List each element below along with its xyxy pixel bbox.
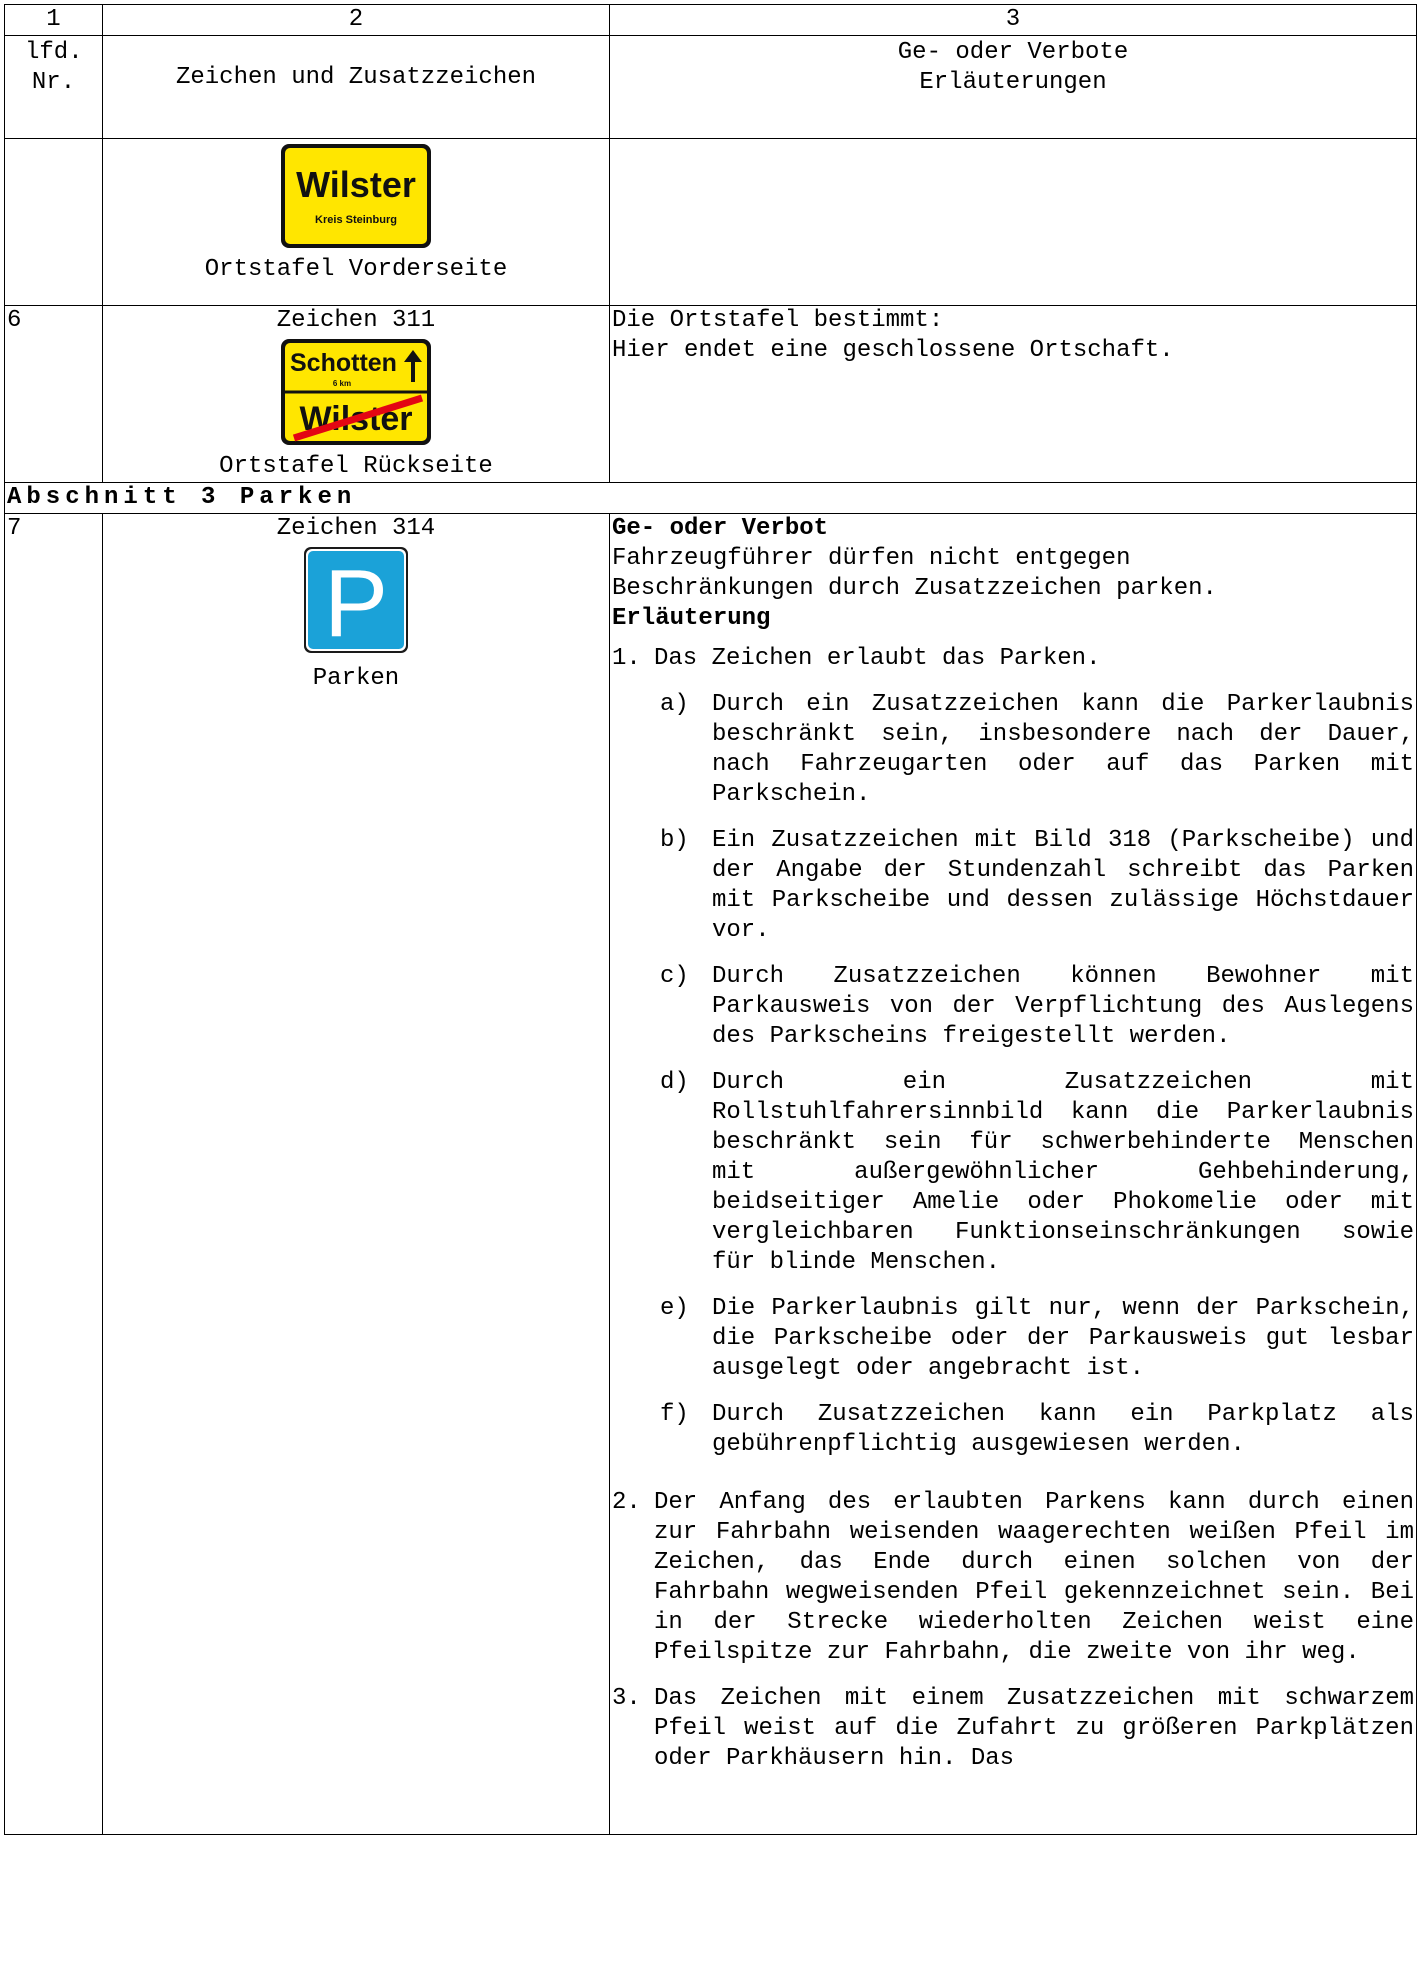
item-text: Das Zeichen mit einem Zusatzzeichen mit …	[654, 1685, 1414, 1772]
header-rules-line2: Erläuterungen	[919, 69, 1107, 96]
document-page: 1 2 3 lfd. Nr. Zeichen und Zusatzzeichen…	[0, 0, 1424, 1964]
sign-cell: Wilster Kreis Steinburg Ortstafel Vorder…	[102, 138, 610, 306]
column-number: 3	[609, 4, 1417, 36]
sub-item: f) Durch Zusatzzeichen kann ein Parkplat…	[660, 1400, 1414, 1460]
sub-item-label: d)	[660, 1069, 689, 1096]
sign-table: 1 2 3 lfd. Nr. Zeichen und Zusatzzeichen…	[4, 4, 1417, 1835]
rule-heading: Ge- oder Verbot	[612, 515, 829, 542]
item-number: 2.	[612, 1489, 641, 1516]
sign-caption: Ortstafel Vorderseite	[204, 256, 508, 283]
rule-cell: Ge- oder Verbot Fahrzeugführer dürfen ni…	[609, 513, 1417, 1835]
header-rules: Ge- oder Verbote Erläuterungen	[609, 35, 1417, 139]
header-signs-text: Zeichen und Zusatzzeichen	[175, 64, 537, 91]
sub-item-label: b)	[660, 827, 689, 854]
sub-item-text: Durch Zusatzzeichen kann ein Parkplatz a…	[712, 1401, 1414, 1458]
nr-cell: 7	[4, 513, 103, 1835]
town-sign-back-image: Schotten 6 km Wilster	[281, 339, 431, 445]
sub-item: e) Die Parkerlaubnis gilt nur, wenn der …	[660, 1294, 1414, 1384]
town-sign-front-name: Wilster	[296, 164, 416, 205]
rule-cell	[609, 138, 1417, 306]
sub-item-label: e)	[660, 1295, 689, 1322]
item-number: 3.	[612, 1685, 641, 1712]
rule-text: Die Ortstafel bestimmt:	[612, 307, 944, 334]
sub-item: b) Ein Zusatzzeichen mit Bild 318 (Parks…	[660, 826, 1414, 946]
sign-label: Zeichen 314	[276, 515, 436, 542]
rule-text: Fahrzeugführer dürfen nicht entgegen Bes…	[612, 545, 1217, 602]
list-item: 2. Der Anfang des erlaubten Parkens kann…	[612, 1488, 1414, 1668]
sign-cell: Zeichen 311 Schotten 6 km Wilster Ortsta…	[102, 305, 610, 483]
sub-item: c) Durch Zusatzzeichen können Bewohner m…	[660, 962, 1414, 1052]
sign-label: Zeichen 311	[276, 307, 436, 334]
sub-item-text: Durch ein Zusatzzeichen kann die Parkerl…	[712, 691, 1414, 808]
list-item: 3. Das Zeichen mit einem Zusatzzeichen m…	[612, 1684, 1414, 1774]
header-nr: lfd. Nr.	[4, 35, 103, 139]
sign-caption: Parken	[312, 665, 400, 692]
town-sign-back-distance: 6 km	[333, 379, 351, 388]
list-item: 1. Das Zeichen erlaubt das Parken.	[612, 644, 1414, 674]
column-number: 2	[102, 4, 610, 36]
sub-item-label: a)	[660, 691, 689, 718]
sub-item: a) Durch ein Zusatzzeichen kann die Park…	[660, 690, 1414, 810]
sign-caption: Ortstafel Rückseite	[219, 453, 493, 480]
sub-item-text: Durch ein Zusatzzeichen mit Rollstuhlfah…	[712, 1069, 1414, 1276]
header-row: lfd. Nr. Zeichen und Zusatzzeichen Ge- o…	[4, 35, 1417, 139]
table-row: 7 Zeichen 314 P Parken Ge- oder Verbot F…	[4, 513, 1417, 1835]
town-sign-front-district: Kreis Steinburg	[315, 214, 397, 226]
sub-item-text: Ein Zusatzzeichen mit Bild 318 (Parksche…	[712, 827, 1414, 944]
sub-item: d) Durch ein Zusatzzeichen mit Rollstuhl…	[660, 1068, 1414, 1278]
nr-cell: 6	[4, 305, 103, 483]
town-sign-front-image: Wilster Kreis Steinburg	[281, 144, 431, 248]
item-text: Das Zeichen erlaubt das Parken.	[654, 645, 1101, 672]
header-nr-text: lfd. Nr.	[25, 39, 83, 96]
header-signs: Zeichen und Zusatzzeichen	[102, 35, 610, 139]
table-row: 6 Zeichen 311 Schotten 6 km Wilster	[4, 305, 1417, 483]
sub-item-text: Durch Zusatzzeichen können Bewohner mit …	[712, 963, 1414, 1050]
item-number: 1.	[612, 645, 641, 672]
parking-sign-letter: P	[324, 550, 388, 654]
nr-cell	[4, 138, 103, 306]
parking-sign-image: P	[304, 547, 408, 654]
column-number: 1	[4, 4, 103, 36]
rule-text: Hier endet eine geschlossene Ortschaft.	[612, 337, 1174, 364]
rule-cell: Die Ortstafel bestimmt: Hier endet eine …	[609, 305, 1417, 483]
sub-item-label: c)	[660, 963, 689, 990]
section-row: Abschnitt 3 Parken	[4, 482, 1417, 514]
item-text: Der Anfang des erlaubten Parkens kann du…	[654, 1489, 1414, 1666]
column-number-row: 1 2 3	[4, 4, 1417, 36]
sub-item-label: f)	[660, 1401, 689, 1428]
sign-cell: Zeichen 314 P Parken	[102, 513, 610, 1835]
table-row: Wilster Kreis Steinburg Ortstafel Vorder…	[4, 138, 1417, 306]
explanation-heading: Erläuterung	[612, 605, 771, 632]
section-title: Abschnitt 3 Parken	[4, 482, 1417, 514]
sub-item-text: Die Parkerlaubnis gilt nur, wenn der Par…	[712, 1295, 1414, 1382]
header-rules-line1: Ge- oder Verbote	[897, 39, 1129, 66]
town-sign-back-destination: Schotten	[290, 349, 397, 377]
